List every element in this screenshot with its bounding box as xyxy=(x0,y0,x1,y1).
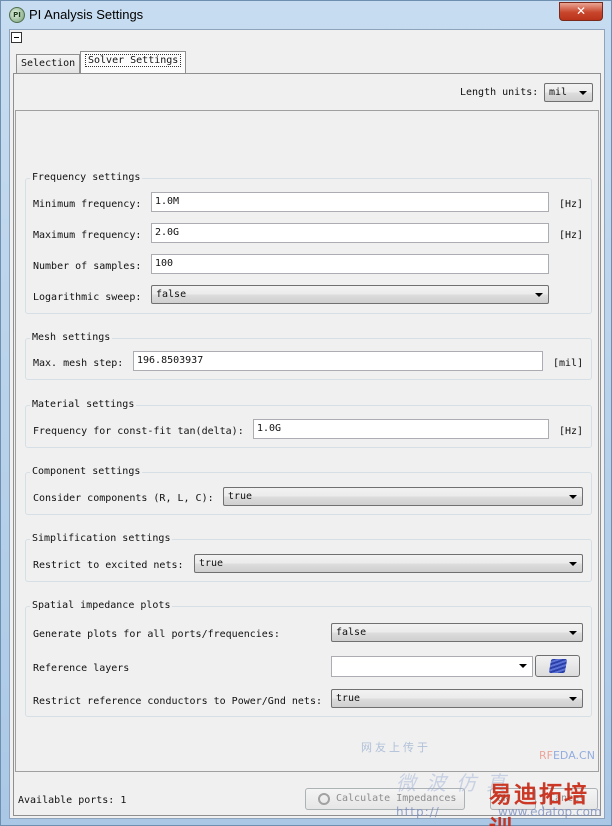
spatial-impedance-title: Spatial impedance plots xyxy=(30,600,173,611)
calculate-icon xyxy=(318,793,330,805)
ok-button-label: OK xyxy=(497,793,510,804)
chevron-down-icon xyxy=(519,664,527,668)
log-sweep-label: Logarithmic sweep: xyxy=(33,292,142,303)
min-frequency-unit: [Hz] xyxy=(559,199,584,210)
solver-settings-panel: Length units: mil Frequency settings Min… xyxy=(13,73,601,816)
chevron-down-icon xyxy=(569,697,577,701)
ok-button[interactable]: OK xyxy=(490,788,536,810)
chevron-down-icon xyxy=(579,91,587,95)
chevron-down-icon xyxy=(569,631,577,635)
tab-solver-settings-label: Solver Settings xyxy=(85,54,182,67)
select-layers-button[interactable] xyxy=(535,655,580,677)
client-area: Selection Solver Settings Length units: … xyxy=(9,29,605,819)
consider-components-value: true xyxy=(228,491,253,502)
mesh-step-label: Max. mesh step: xyxy=(33,358,124,369)
material-settings-group: Material settings Frequency for const-fi… xyxy=(25,399,592,448)
generate-plots-value: false xyxy=(336,627,367,638)
frequency-settings-group: Frequency settings Minimum frequency: 1.… xyxy=(25,172,592,314)
restrict-conductors-select[interactable]: true xyxy=(331,689,583,708)
log-sweep-select[interactable]: false xyxy=(151,285,549,304)
close-button[interactable]: ✕ xyxy=(559,2,603,21)
restrict-excited-select[interactable]: true xyxy=(194,554,583,573)
calculate-impedances-button[interactable]: Calculate Impedances xyxy=(305,788,465,810)
mesh-step-unit: [mil] xyxy=(553,358,584,369)
consider-components-label: Consider components (R, L, C): xyxy=(33,493,214,504)
length-units-value: mil xyxy=(549,87,568,98)
mesh-settings-group: Mesh settings Max. mesh step: 196.850393… xyxy=(25,332,592,380)
samples-label: Number of samples: xyxy=(33,261,142,272)
restrict-excited-label: Restrict to excited nets: xyxy=(33,560,184,571)
mesh-settings-title: Mesh settings xyxy=(30,332,113,343)
restrict-conductors-label: Restrict reference conductors to Power/G… xyxy=(33,696,322,707)
tab-selection[interactable]: Selection xyxy=(16,54,81,73)
reference-layers-select[interactable] xyxy=(331,656,533,677)
consider-components-select[interactable]: true xyxy=(223,487,583,506)
reference-layers-label: Reference layers xyxy=(33,663,130,674)
min-frequency-field[interactable]: 1.0M xyxy=(151,192,549,212)
length-units-label: Length units: xyxy=(460,87,539,98)
simplification-settings-title: Simplification settings xyxy=(30,533,173,544)
log-sweep-value: false xyxy=(156,289,187,300)
max-frequency-unit: [Hz] xyxy=(559,230,584,241)
component-settings-title: Component settings xyxy=(30,466,143,477)
app-icon: PI xyxy=(9,7,25,23)
const-fit-frequency-label: Frequency for const-fit tan(delta): xyxy=(33,426,244,437)
samples-field[interactable]: 100 xyxy=(151,254,549,274)
max-frequency-label: Maximum frequency: xyxy=(33,230,142,241)
tab-selection-label: Selection xyxy=(21,58,76,69)
simplification-settings-group: Simplification settings Restrict to exci… xyxy=(25,533,592,582)
generate-plots-select[interactable]: false xyxy=(331,623,583,642)
dialog-window: PI PI Analysis Settings ✕ Selection Solv… xyxy=(0,0,612,826)
cancel-button-label: Cancel xyxy=(549,793,586,804)
cancel-button[interactable]: Cancel xyxy=(542,788,598,810)
calculate-impedances-label: Calculate Impedances xyxy=(336,793,457,804)
generate-plots-label: Generate plots for all ports/frequencies… xyxy=(33,629,280,640)
const-fit-frequency-field[interactable]: 1.0G xyxy=(253,419,549,439)
restrict-conductors-value: true xyxy=(336,693,361,704)
const-fit-frequency-unit: [Hz] xyxy=(559,426,584,437)
available-ports-label: Available ports: 1 xyxy=(18,795,127,806)
material-settings-title: Material settings xyxy=(30,399,137,410)
component-settings-group: Component settings Consider components (… xyxy=(25,466,592,515)
length-units-select[interactable]: mil xyxy=(544,83,593,102)
frequency-settings-title: Frequency settings xyxy=(30,172,143,183)
chevron-down-icon xyxy=(535,293,543,297)
spatial-impedance-group: Spatial impedance plots Generate plots f… xyxy=(25,600,592,717)
title-bar[interactable]: PI PI Analysis Settings ✕ xyxy=(1,1,611,28)
chevron-down-icon xyxy=(569,495,577,499)
chevron-down-icon xyxy=(569,562,577,566)
restrict-excited-value: true xyxy=(199,558,224,569)
mesh-step-field[interactable]: 196.8503937 xyxy=(133,351,543,371)
layers-icon xyxy=(548,659,568,673)
max-frequency-field[interactable]: 2.0G xyxy=(151,223,549,243)
min-frequency-label: Minimum frequency: xyxy=(33,199,142,210)
collapse-icon[interactable] xyxy=(11,32,22,43)
window-title: PI Analysis Settings xyxy=(29,7,144,22)
settings-scroll-panel: Frequency settings Minimum frequency: 1.… xyxy=(15,110,599,772)
tab-solver-settings[interactable]: Solver Settings xyxy=(80,51,187,73)
